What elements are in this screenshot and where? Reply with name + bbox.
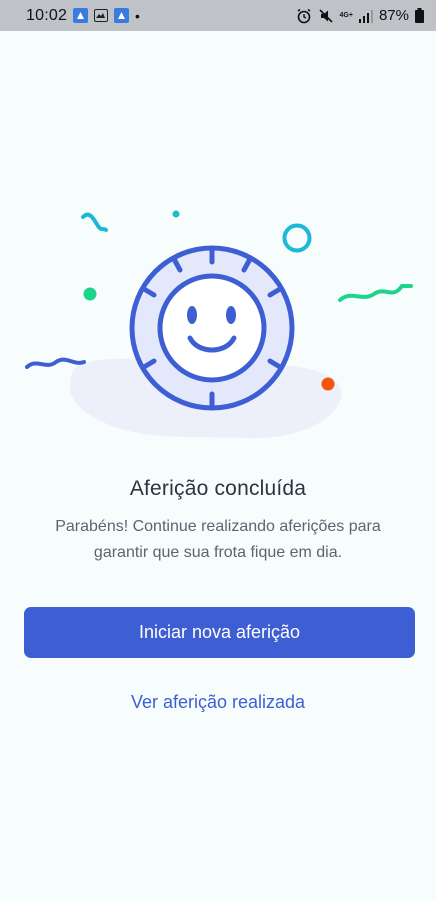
page-subtitle: Parabéns! Continue realizando aferições … bbox=[55, 518, 381, 561]
app-notification-icon bbox=[73, 8, 89, 23]
battery-percent: 87% bbox=[378, 7, 409, 24]
network-type-label: 4G+ bbox=[339, 12, 353, 19]
status-time: 10:02 bbox=[26, 6, 68, 24]
battery-icon bbox=[415, 8, 424, 23]
smiling-tire-icon bbox=[129, 245, 295, 411]
status-bar-right: 4G+ 87% bbox=[296, 7, 424, 24]
status-bar-left: 10:02 • bbox=[26, 7, 140, 25]
image-icon bbox=[94, 9, 109, 22]
start-new-measurement-button[interactable]: Iniciar nova aferição bbox=[24, 607, 415, 658]
page-title: Aferição concluída bbox=[129, 477, 307, 500]
signal-icon bbox=[358, 9, 373, 23]
teal-ring bbox=[282, 223, 312, 253]
view-measurement-link[interactable]: Ver aferição realizada bbox=[0, 688, 436, 716]
orange-dot bbox=[321, 377, 335, 391]
teal-squiggle bbox=[81, 212, 108, 232]
mute-icon bbox=[318, 8, 334, 24]
blue-squiggle bbox=[25, 357, 86, 369]
green-squiggle bbox=[338, 284, 413, 302]
alarm-icon bbox=[296, 8, 312, 24]
green-dot bbox=[83, 287, 97, 301]
status-dot: • bbox=[135, 7, 140, 24]
app-notification-icon bbox=[114, 8, 130, 23]
tire-illustration bbox=[25, 210, 413, 439]
status-bar: 10:02 • 4G+ 87% bbox=[0, 0, 436, 31]
network-type-icon: 4G+ bbox=[340, 12, 353, 19]
teal-dot bbox=[172, 210, 180, 218]
